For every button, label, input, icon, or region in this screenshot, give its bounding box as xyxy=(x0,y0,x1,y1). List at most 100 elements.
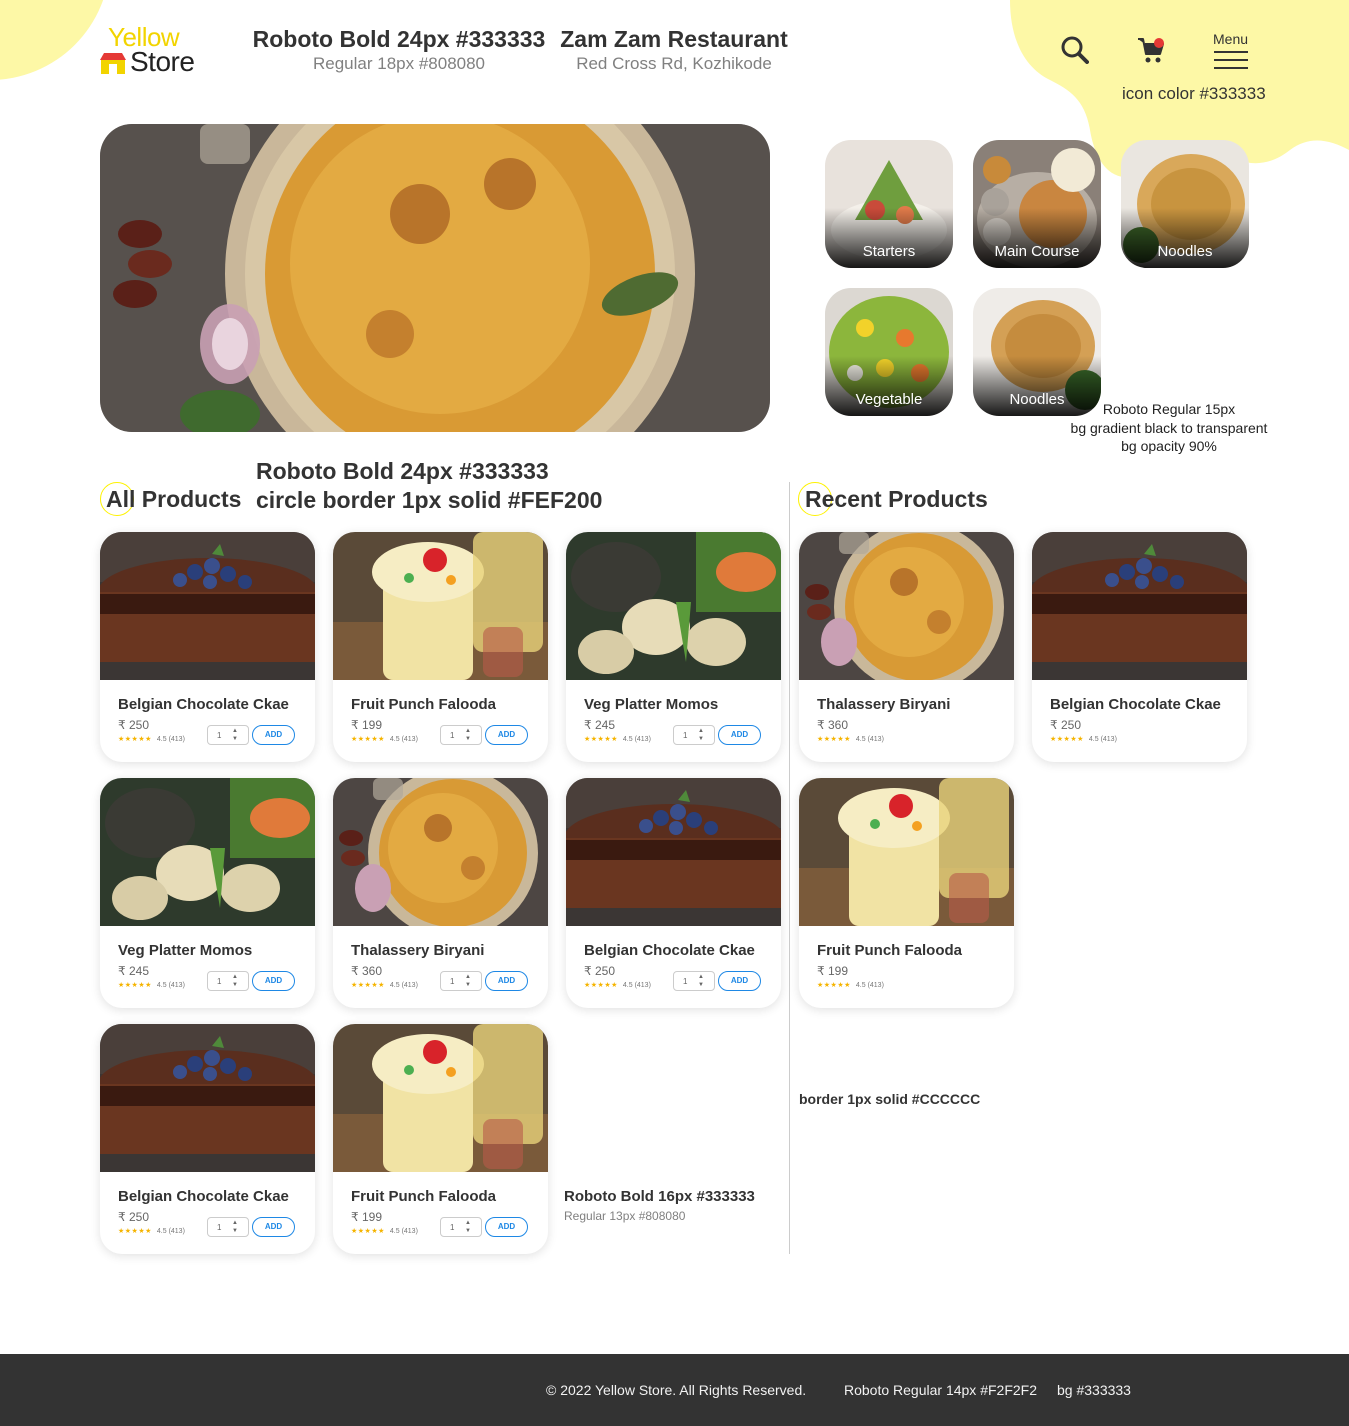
star-icon: ★★★★★ xyxy=(118,1228,152,1235)
product-card[interactable]: Veg Platter Momos ₹ 245 ★★★★★ 4.5 (413) 1 ▲ ▼ A… xyxy=(100,778,315,1008)
add-to-cart-button[interactable]: ADD xyxy=(485,1217,528,1237)
product-price: ₹ 250 xyxy=(118,1210,149,1224)
product-price: ₹ 245 xyxy=(584,718,615,732)
section-annotation-line-2: circle border 1px solid #FEF200 xyxy=(256,487,603,513)
rating-value: 4.5 (413) xyxy=(622,982,651,989)
product-name[interactable]: Fruit Punch Falooda xyxy=(817,942,962,959)
product-card[interactable]: Fruit Punch Falooda ₹ 199 ★★★★★ 4.5 (413) xyxy=(799,778,1014,1008)
stepper-arrows-icon[interactable]: ▲ ▼ xyxy=(465,1219,471,1235)
section-divider xyxy=(789,482,790,1254)
quantity-value[interactable]: 1 xyxy=(683,977,687,986)
product-name[interactable]: Thalassery Biryani xyxy=(817,696,950,713)
stepper-arrows-icon[interactable]: ▲ ▼ xyxy=(232,973,238,989)
product-name[interactable]: Veg Platter Momos xyxy=(584,696,718,713)
product-card[interactable]: Fruit Punch Falooda ₹ 199 ★★★★★ 4.5 (413) 1 ▲… xyxy=(333,1024,548,1254)
product-image-cake[interactable] xyxy=(100,532,315,680)
product-card[interactable]: Belgian Chocolate Ckae ₹ 250 ★★★★★ 4.5 (413… xyxy=(566,778,781,1008)
menu-icon[interactable] xyxy=(1213,50,1249,70)
stepper-arrows-icon[interactable]: ▲ ▼ xyxy=(698,973,704,989)
add-to-cart-button[interactable]: ADD xyxy=(252,971,295,991)
add-to-cart-button[interactable]: ADD xyxy=(718,971,761,991)
product-card[interactable]: Thalassery Biryani ₹ 360 ★★★★★ 4.5 (413) xyxy=(799,532,1014,762)
product-name[interactable]: Fruit Punch Falooda xyxy=(351,696,496,713)
product-image-cake[interactable] xyxy=(100,1024,315,1172)
rating-value: 4.5 (413) xyxy=(156,1228,185,1235)
product-image-biryani[interactable] xyxy=(333,778,548,926)
rating-value: 4.5 (413) xyxy=(389,736,418,743)
product-name[interactable]: Thalassery Biryani xyxy=(351,942,484,959)
product-name[interactable]: Belgian Chocolate Ckae xyxy=(118,1188,289,1205)
quantity-value[interactable]: 1 xyxy=(683,731,687,740)
stepper-arrows-icon[interactable]: ▲ ▼ xyxy=(465,973,471,989)
product-price: ₹ 360 xyxy=(817,718,848,732)
quantity-value[interactable]: 1 xyxy=(217,731,221,740)
card-sub-spec: Regular 13px #808080 xyxy=(564,1209,686,1223)
product-image-falooda[interactable] xyxy=(333,1024,548,1172)
product-name[interactable]: Belgian Chocolate Ckae xyxy=(584,942,755,959)
product-image-cake[interactable] xyxy=(1032,532,1247,680)
brand-logo[interactable]: Yellow Store xyxy=(100,22,215,78)
product-image-momos[interactable] xyxy=(566,532,781,680)
product-image-momos[interactable] xyxy=(100,778,315,926)
product-card[interactable]: Belgian Chocolate Ckae ₹ 250 ★★★★★ 4.5 (413… xyxy=(100,532,315,762)
product-name[interactable]: Belgian Chocolate Ckae xyxy=(118,696,289,713)
add-to-cart-button[interactable]: ADD xyxy=(252,725,295,745)
category-style-note: Roboto Regular 15px bg gradient black to… xyxy=(1060,400,1278,456)
stepper-arrows-icon[interactable]: ▲ ▼ xyxy=(698,727,704,743)
product-image-falooda[interactable] xyxy=(799,778,1014,926)
quantity-value[interactable]: 1 xyxy=(450,977,454,986)
product-name[interactable]: Belgian Chocolate Ckae xyxy=(1050,696,1221,713)
restaurant-address: Red Cross Rd, Kozhikode xyxy=(576,54,772,73)
footer: © 2022 Yellow Store. All Rights Reserved… xyxy=(0,1354,1349,1426)
stepper-arrows-icon[interactable]: ▲ ▼ xyxy=(465,727,471,743)
product-card[interactable]: Belgian Chocolate Ckae ₹ 250 ★★★★★ 4.5 (413… xyxy=(1032,532,1247,762)
category-label: Starters xyxy=(862,243,916,260)
product-price: ₹ 199 xyxy=(817,964,848,978)
category-noodles-2[interactable]: Noodles xyxy=(973,288,1101,416)
product-name[interactable]: Fruit Punch Falooda xyxy=(351,1188,496,1205)
product-price: ₹ 250 xyxy=(584,964,615,978)
product-image-biryani[interactable] xyxy=(799,532,1014,680)
stepper-arrows-icon[interactable]: ▲ ▼ xyxy=(232,1219,238,1235)
product-image-cake[interactable] xyxy=(566,778,781,926)
category-main-course[interactable]: Main Course xyxy=(973,140,1101,268)
category-noodles[interactable]: Noodles xyxy=(1121,140,1249,268)
add-to-cart-button[interactable]: ADD xyxy=(485,725,528,745)
quantity-stepper[interactable]: 1 ▲ ▼ xyxy=(207,1217,249,1237)
rating-value: 4.5 (413) xyxy=(855,982,884,989)
product-card[interactable]: Fruit Punch Falooda ₹ 199 ★★★★★ 4.5 (413) 1 ▲… xyxy=(333,532,548,762)
logo-text-store: Store xyxy=(130,46,195,77)
category-vegetable[interactable]: Vegetable xyxy=(825,288,953,416)
quantity-stepper[interactable]: 1 ▲ ▼ xyxy=(440,725,482,745)
product-image-falooda[interactable] xyxy=(333,532,548,680)
search-icon[interactable] xyxy=(1061,36,1089,64)
stepper-arrows-icon[interactable]: ▲ ▼ xyxy=(232,727,238,743)
add-to-cart-button[interactable]: ADD xyxy=(252,1217,295,1237)
add-to-cart-button[interactable]: ADD xyxy=(718,725,761,745)
quantity-stepper[interactable]: 1 ▲ ▼ xyxy=(673,725,715,745)
menu-label[interactable]: Menu xyxy=(1213,31,1248,47)
header-spec-block: Roboto Bold 24px #333333 Regular 18px #8… xyxy=(252,26,546,74)
product-card[interactable]: Thalassery Biryani ₹ 360 ★★★★★ 4.5 (413) 1 ▲ ▼… xyxy=(333,778,548,1008)
add-to-cart-button[interactable]: ADD xyxy=(485,971,528,991)
quantity-stepper[interactable]: 1 ▲ ▼ xyxy=(440,1217,482,1237)
quantity-stepper[interactable]: 1 ▲ ▼ xyxy=(207,971,249,991)
product-rating: ★★★★★ 4.5 (413) xyxy=(118,735,185,743)
quantity-stepper[interactable]: 1 ▲ ▼ xyxy=(207,725,249,745)
product-card[interactable]: Belgian Chocolate Ckae ₹ 250 ★★★★★ 4.5 (413… xyxy=(100,1024,315,1254)
quantity-value[interactable]: 1 xyxy=(217,1223,221,1232)
product-price: ₹ 199 xyxy=(351,718,382,732)
category-starters[interactable]: Starters xyxy=(825,140,953,268)
product-rating: ★★★★★ 4.5 (413) xyxy=(351,1227,418,1235)
quantity-value[interactable]: 1 xyxy=(217,977,221,986)
product-card[interactable]: Veg Platter Momos ₹ 245 ★★★★★ 4.5 (413) 1 ▲ ▼ A… xyxy=(566,532,781,762)
cart-icon[interactable] xyxy=(1137,36,1167,64)
product-name[interactable]: Veg Platter Momos xyxy=(118,942,252,959)
quantity-value[interactable]: 1 xyxy=(450,1223,454,1232)
quantity-stepper[interactable]: 1 ▲ ▼ xyxy=(440,971,482,991)
quantity-stepper[interactable]: 1 ▲ ▼ xyxy=(673,971,715,991)
quantity-value[interactable]: 1 xyxy=(450,731,454,740)
star-icon: ★★★★★ xyxy=(118,736,152,743)
product-price: ₹ 245 xyxy=(118,964,149,978)
rating-value: 4.5 (413) xyxy=(855,736,884,743)
